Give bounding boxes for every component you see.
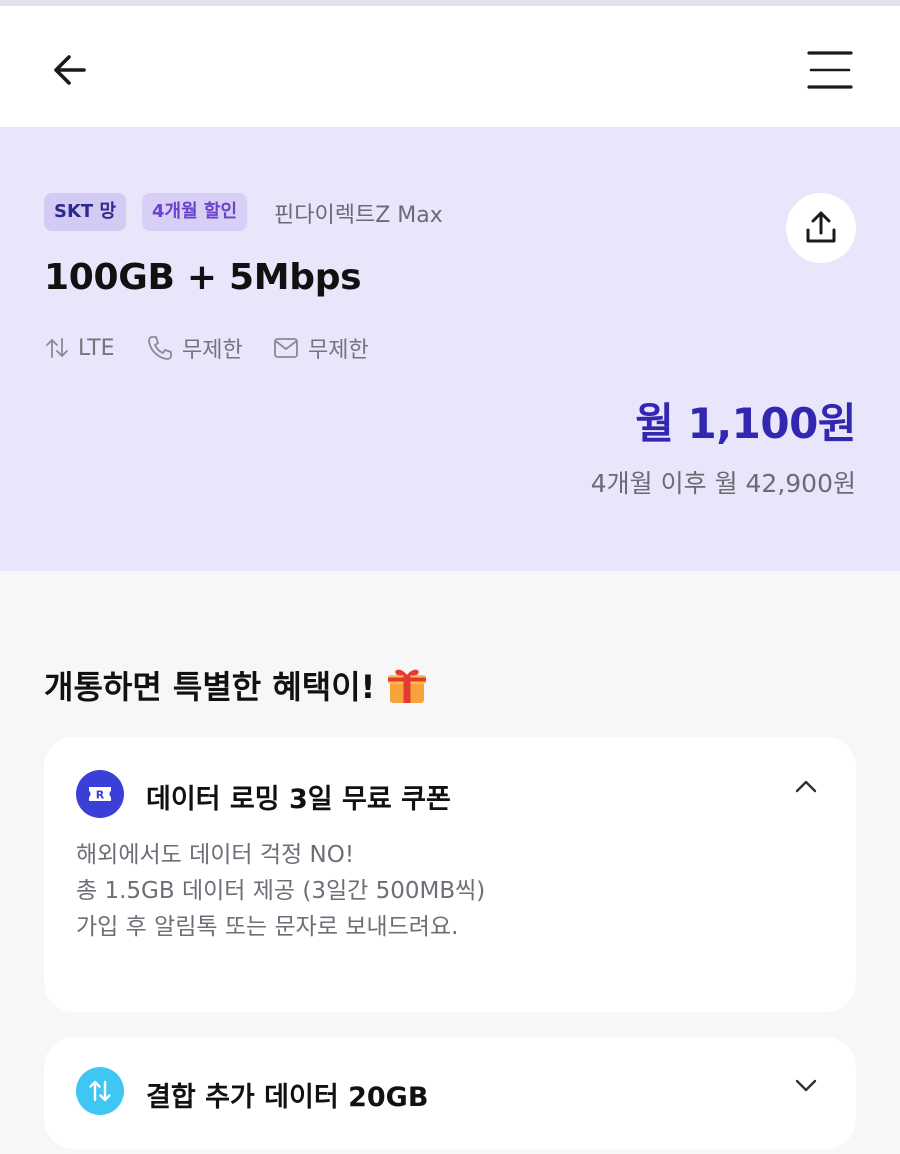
menu-button[interactable]	[802, 44, 858, 96]
app-header	[0, 6, 900, 127]
plan-summary: SKT 망 4개월 할인 핀다이렉트Z Max 100GB + 5Mbps LT…	[0, 127, 900, 571]
spec-call-label: 무제한	[182, 338, 243, 363]
mail-icon	[274, 338, 298, 358]
spec-network-label: LTE	[78, 335, 115, 361]
spec-sms-label: 무제한	[308, 338, 369, 363]
svg-text:R: R	[96, 789, 105, 802]
monthly-price: 월 1,100원	[635, 399, 856, 448]
description-line: 가입 후 알림톡 또는 문자로 보내드려요.	[76, 914, 459, 940]
back-button[interactable]	[44, 44, 96, 96]
description-line: 총 1.5GB 데이터 제공 (3일간 500MB씩)	[76, 878, 486, 904]
spec-sms: 무제한	[272, 332, 369, 364]
plan-provider: 핀다이렉트Z Max	[274, 203, 443, 228]
spec-call: 무제한	[146, 332, 243, 364]
gift-icon	[388, 669, 427, 703]
benefit-card-title: 결합 추가 데이터 20GB	[146, 1082, 429, 1113]
network-arrows-icon	[46, 338, 68, 358]
menu-icon	[807, 51, 853, 89]
phone-icon	[148, 336, 172, 360]
after-discount-price: 4개월 이후 월 42,900원	[590, 469, 856, 498]
spec-network: LTE	[44, 332, 115, 364]
arrow-left-icon	[54, 55, 86, 85]
roaming-coupon-icon: R	[76, 770, 124, 818]
plan-title: 100GB + 5Mbps	[44, 257, 362, 298]
benefits-heading: 개통하면 특별한 혜택이!	[44, 662, 429, 708]
benefits-heading-text: 개통하면 특별한 혜택이!	[44, 668, 376, 706]
discount-tag: 4개월 할인	[142, 193, 248, 231]
description-line: 해외에서도 데이터 걱정 NO!	[76, 842, 355, 868]
benefit-card-roaming[interactable]: R 데이터 로밍 3일 무료 쿠폰 해외에서도 데이터 걱정 NO! 총 1.5…	[44, 737, 856, 1012]
benefit-card-title: 데이터 로밍 3일 무료 쿠폰	[146, 784, 451, 815]
share-icon	[806, 211, 836, 243]
collapse-chevron-up-icon[interactable]	[790, 771, 822, 803]
network-tag: SKT 망	[44, 193, 127, 231]
data-arrows-icon	[76, 1067, 124, 1115]
benefit-card-extra-data[interactable]: 결합 추가 데이터 20GB	[44, 1037, 856, 1149]
benefit-card-description: 해외에서도 데이터 걱정 NO! 총 1.5GB 데이터 제공 (3일간 500…	[76, 837, 485, 945]
share-button[interactable]	[786, 193, 856, 263]
expand-chevron-down-icon[interactable]	[790, 1069, 822, 1101]
